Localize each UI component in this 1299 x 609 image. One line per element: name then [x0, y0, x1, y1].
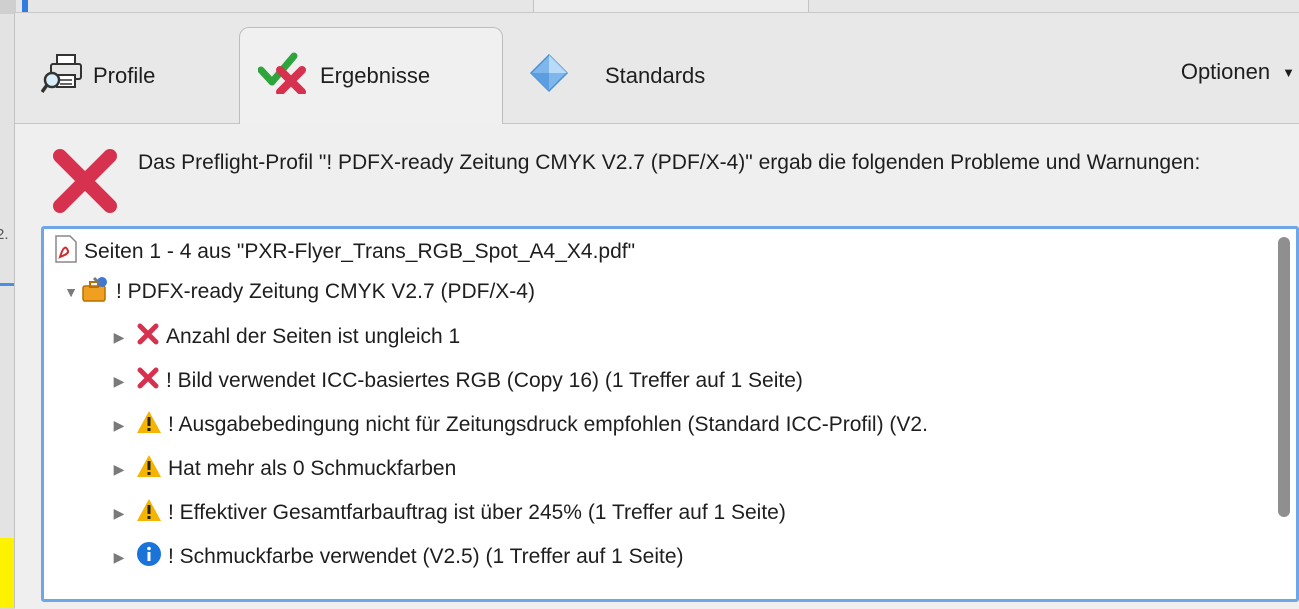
tree-row-profile[interactable]: ▼ ! PDFX-ready Zeitung CMYK V2.7 (PDF/X-… [62, 275, 535, 309]
disclosure-collapsed-icon: ▶ [113, 372, 125, 389]
tab-standards[interactable]: Standards [529, 29, 705, 123]
tree-item-label: ! Schmuckfarbe verwendet (V2.5) (1 Treff… [168, 545, 684, 568]
tab-profile[interactable]: Profile [40, 29, 156, 123]
disclosure-collapsed-icon: ▶ [113, 548, 125, 565]
error-large-icon [52, 148, 118, 219]
tree-item[interactable]: ▶ ! Ausgabebedingung nicht für Zeitungsd… [110, 408, 928, 442]
tab-profile-label: Profile [93, 63, 156, 88]
options-menu[interactable]: Optionen ▼ [1181, 59, 1299, 85]
warning-icon [136, 410, 162, 440]
disclosure-collapsed-icon: ▶ [113, 460, 125, 477]
tree-item[interactable]: ▶ ! Bild verwendet ICC-basiertes RGB (Co… [110, 364, 803, 398]
tree-item[interactable]: ▶ Hat mehr als 0 Schmuckfarben [110, 452, 456, 486]
pdf-file-icon [54, 235, 78, 269]
toolbox-icon [80, 274, 110, 310]
error-icon [136, 322, 160, 352]
tree-item[interactable]: ▶ ! Effektiver Gesamtfarbauftrag ist übe… [110, 496, 786, 530]
preflight-panel: Profile Ergebnisse Standards Optionen ▼ … [14, 12, 1299, 609]
magnifier-printer-icon [40, 51, 85, 101]
tree-file-label: Seiten 1 - 4 aus "PXR-Flyer_Trans_RGB_Sp… [84, 240, 636, 263]
tree-row-file[interactable]: Seiten 1 - 4 aus "PXR-Flyer_Trans_RGB_Sp… [54, 235, 635, 269]
tab-ergebnisse-label: Ergebnisse [320, 63, 431, 88]
tab-bar: Profile Ergebnisse Standards Optionen ▼ [15, 13, 1299, 124]
tree-item-label: Hat mehr als 0 Schmuckfarben [168, 457, 457, 480]
tree-item-label: ! Ausgabebedingung nicht für Zeitungsdru… [168, 413, 928, 436]
info-icon [136, 541, 162, 573]
tab-standards-label: Standards [605, 63, 706, 88]
results-tree[interactable]: Seiten 1 - 4 aus "PXR-Flyer_Trans_RGB_Sp… [41, 226, 1299, 602]
background-window-fragment [0, 538, 14, 608]
results-content: Das Preflight-Profil "! PDFX-ready Zeitu… [15, 124, 1299, 609]
tree-item[interactable]: ▶ ! Schmuckfarbe verwendet (V2.5) (1 Tre… [110, 540, 684, 574]
disclosure-collapsed-icon: ▶ [113, 504, 125, 521]
background-window-text: 2. [0, 226, 9, 243]
warning-icon [136, 454, 162, 484]
disclosure-expanded-icon: ▼ [64, 284, 78, 300]
chevron-down-icon: ▼ [1282, 64, 1295, 80]
diamond-icon [529, 53, 569, 99]
tree-scrollbar[interactable] [1278, 237, 1290, 517]
warning-icon [136, 498, 162, 528]
background-window-fragment [22, 0, 28, 12]
tab-ergebnisse[interactable]: Ergebnisse [239, 27, 503, 124]
tree-item-label: ! Effektiver Gesamtfarbauftrag ist über … [168, 501, 786, 524]
result-message: Das Preflight-Profil "! PDFX-ready Zeitu… [138, 151, 1201, 174]
disclosure-collapsed-icon: ▶ [113, 328, 125, 345]
tree-item[interactable]: ▶ Anzahl der Seiten ist ungleich 1 [110, 320, 460, 354]
tree-item-label: Anzahl der Seiten ist ungleich 1 [166, 325, 461, 348]
tree-profile-label: ! PDFX-ready Zeitung CMYK V2.7 (PDF/X-4) [116, 280, 535, 303]
error-icon [136, 366, 160, 396]
options-label: Optionen [1180, 59, 1271, 84]
tree-item-label: ! Bild verwendet ICC-basiertes RGB (Copy… [166, 369, 803, 392]
disclosure-collapsed-icon: ▶ [113, 416, 125, 433]
check-cross-icon [257, 52, 312, 100]
